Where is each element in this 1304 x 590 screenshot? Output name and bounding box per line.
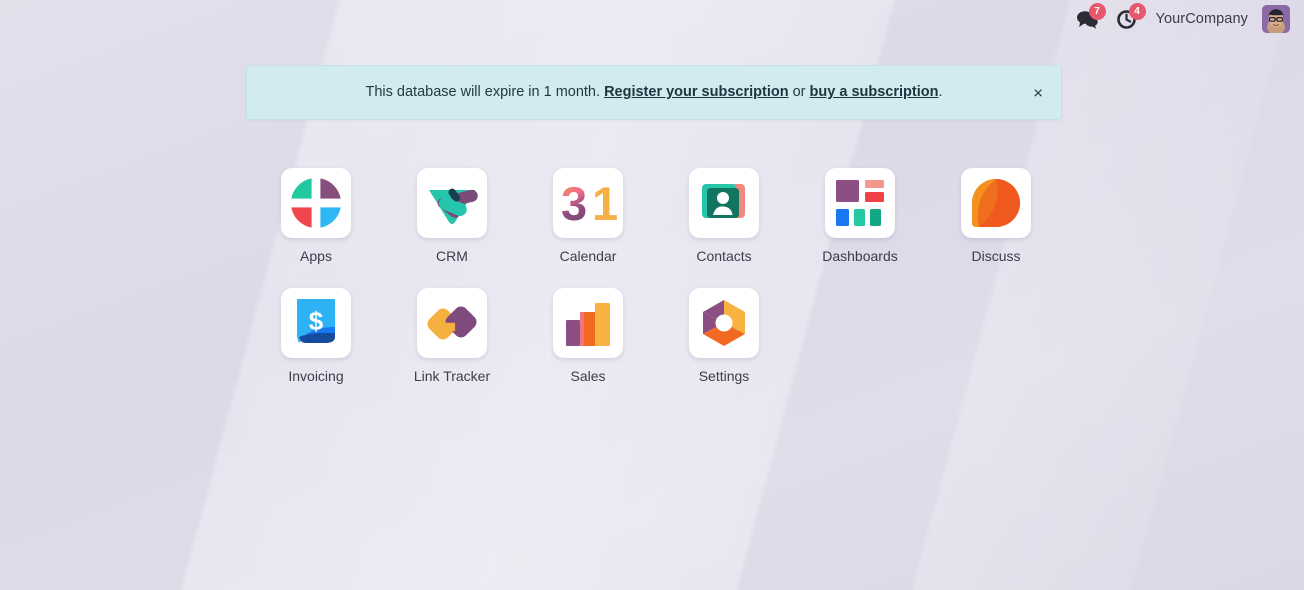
app-icon-container	[689, 287, 759, 358]
database-expiration-banner: This database will expire in 1 month. Re…	[246, 65, 1062, 120]
register-subscription-link[interactable]: Register your subscription	[604, 84, 789, 100]
app-icon-container	[553, 287, 623, 358]
app-icon-container	[417, 168, 487, 238]
svg-text:3: 3	[561, 177, 587, 230]
app-label: Calendar	[559, 248, 617, 264]
svg-text:1: 1	[592, 177, 617, 230]
app-icon-container: 3 1	[553, 168, 623, 238]
dashboards-blocks-icon	[836, 180, 884, 226]
app-icon-container	[689, 168, 759, 238]
app-icon-container	[961, 168, 1031, 238]
app-tile-contacts[interactable]: Contacts	[656, 168, 792, 265]
svg-text:$: $	[309, 306, 324, 336]
top-navbar: 7 4 YourCompany	[1076, 0, 1304, 38]
calendar-31-icon: 3 1	[561, 177, 617, 230]
app-label: Apps	[300, 248, 332, 264]
app-label: Contacts	[696, 248, 752, 264]
contacts-card-icon	[702, 184, 745, 218]
activities-button[interactable]: 4	[1116, 3, 1146, 31]
sales-bars-icon	[566, 302, 610, 346]
app-label: Sales	[570, 367, 606, 384]
crm-handshake-icon	[429, 188, 478, 224]
buy-subscription-link[interactable]: buy a subscription	[810, 84, 939, 100]
user-avatar-icon	[1262, 5, 1290, 33]
app-tile-apps[interactable]: Apps	[248, 168, 384, 265]
banner-text-middle: or	[792, 84, 806, 101]
app-label: Dashboards	[822, 248, 898, 264]
app-launcher-page: 7 4 YourCompany This database will expir…	[0, 0, 1304, 590]
app-icon-container	[825, 168, 895, 238]
app-grid: Apps CRM 3 1 Calendar Contacts Dashboard…	[0, 168, 1304, 385]
invoicing-dollar-doc-icon: $	[297, 298, 335, 343]
link-tracker-chain-icon	[427, 306, 477, 340]
settings-hexagon-icon	[703, 299, 745, 346]
app-label: Settings	[698, 367, 750, 384]
messages-badge: 7	[1088, 3, 1106, 20]
app-label: CRM	[436, 248, 468, 264]
avatar[interactable]	[1262, 5, 1290, 33]
app-label: Invoicing	[288, 367, 344, 384]
app-tile-discuss[interactable]: Discuss	[928, 168, 1064, 265]
app-tile-settings[interactable]: Settings	[656, 287, 792, 385]
apps-pie-icon	[287, 174, 345, 232]
app-row: $ Invoicing Link Tracker Sales Settings	[0, 287, 1304, 385]
banner-text-after: .	[938, 84, 943, 101]
company-name[interactable]: YourCompany	[1156, 11, 1248, 27]
banner-message: This database will expire in 1 month. Re…	[365, 83, 942, 102]
app-tile-link-tracker[interactable]: Link Tracker	[384, 287, 520, 385]
app-label: Discuss	[971, 248, 1021, 264]
app-tile-sales[interactable]: Sales	[520, 287, 656, 385]
app-tile-crm[interactable]: CRM	[384, 168, 520, 265]
messages-button[interactable]: 7	[1076, 3, 1106, 31]
banner-text-before: This database will expire in 1 month.	[365, 84, 601, 101]
app-row: Apps CRM 3 1 Calendar Contacts Dashboard…	[0, 168, 1304, 265]
app-icon-container	[417, 287, 487, 358]
app-icon-container: $	[281, 287, 351, 358]
banner-close-button[interactable]: ×	[1027, 81, 1049, 104]
app-tile-dashboards[interactable]: Dashboards	[792, 168, 928, 265]
app-icon-container	[281, 168, 351, 238]
app-tile-invoicing[interactable]: $ Invoicing	[248, 287, 384, 385]
discuss-bubble-icon	[972, 179, 1020, 227]
app-tile-calendar[interactable]: 3 1 Calendar	[520, 168, 656, 265]
activities-badge: 4	[1128, 3, 1146, 20]
app-label: Link Tracker	[413, 367, 491, 384]
